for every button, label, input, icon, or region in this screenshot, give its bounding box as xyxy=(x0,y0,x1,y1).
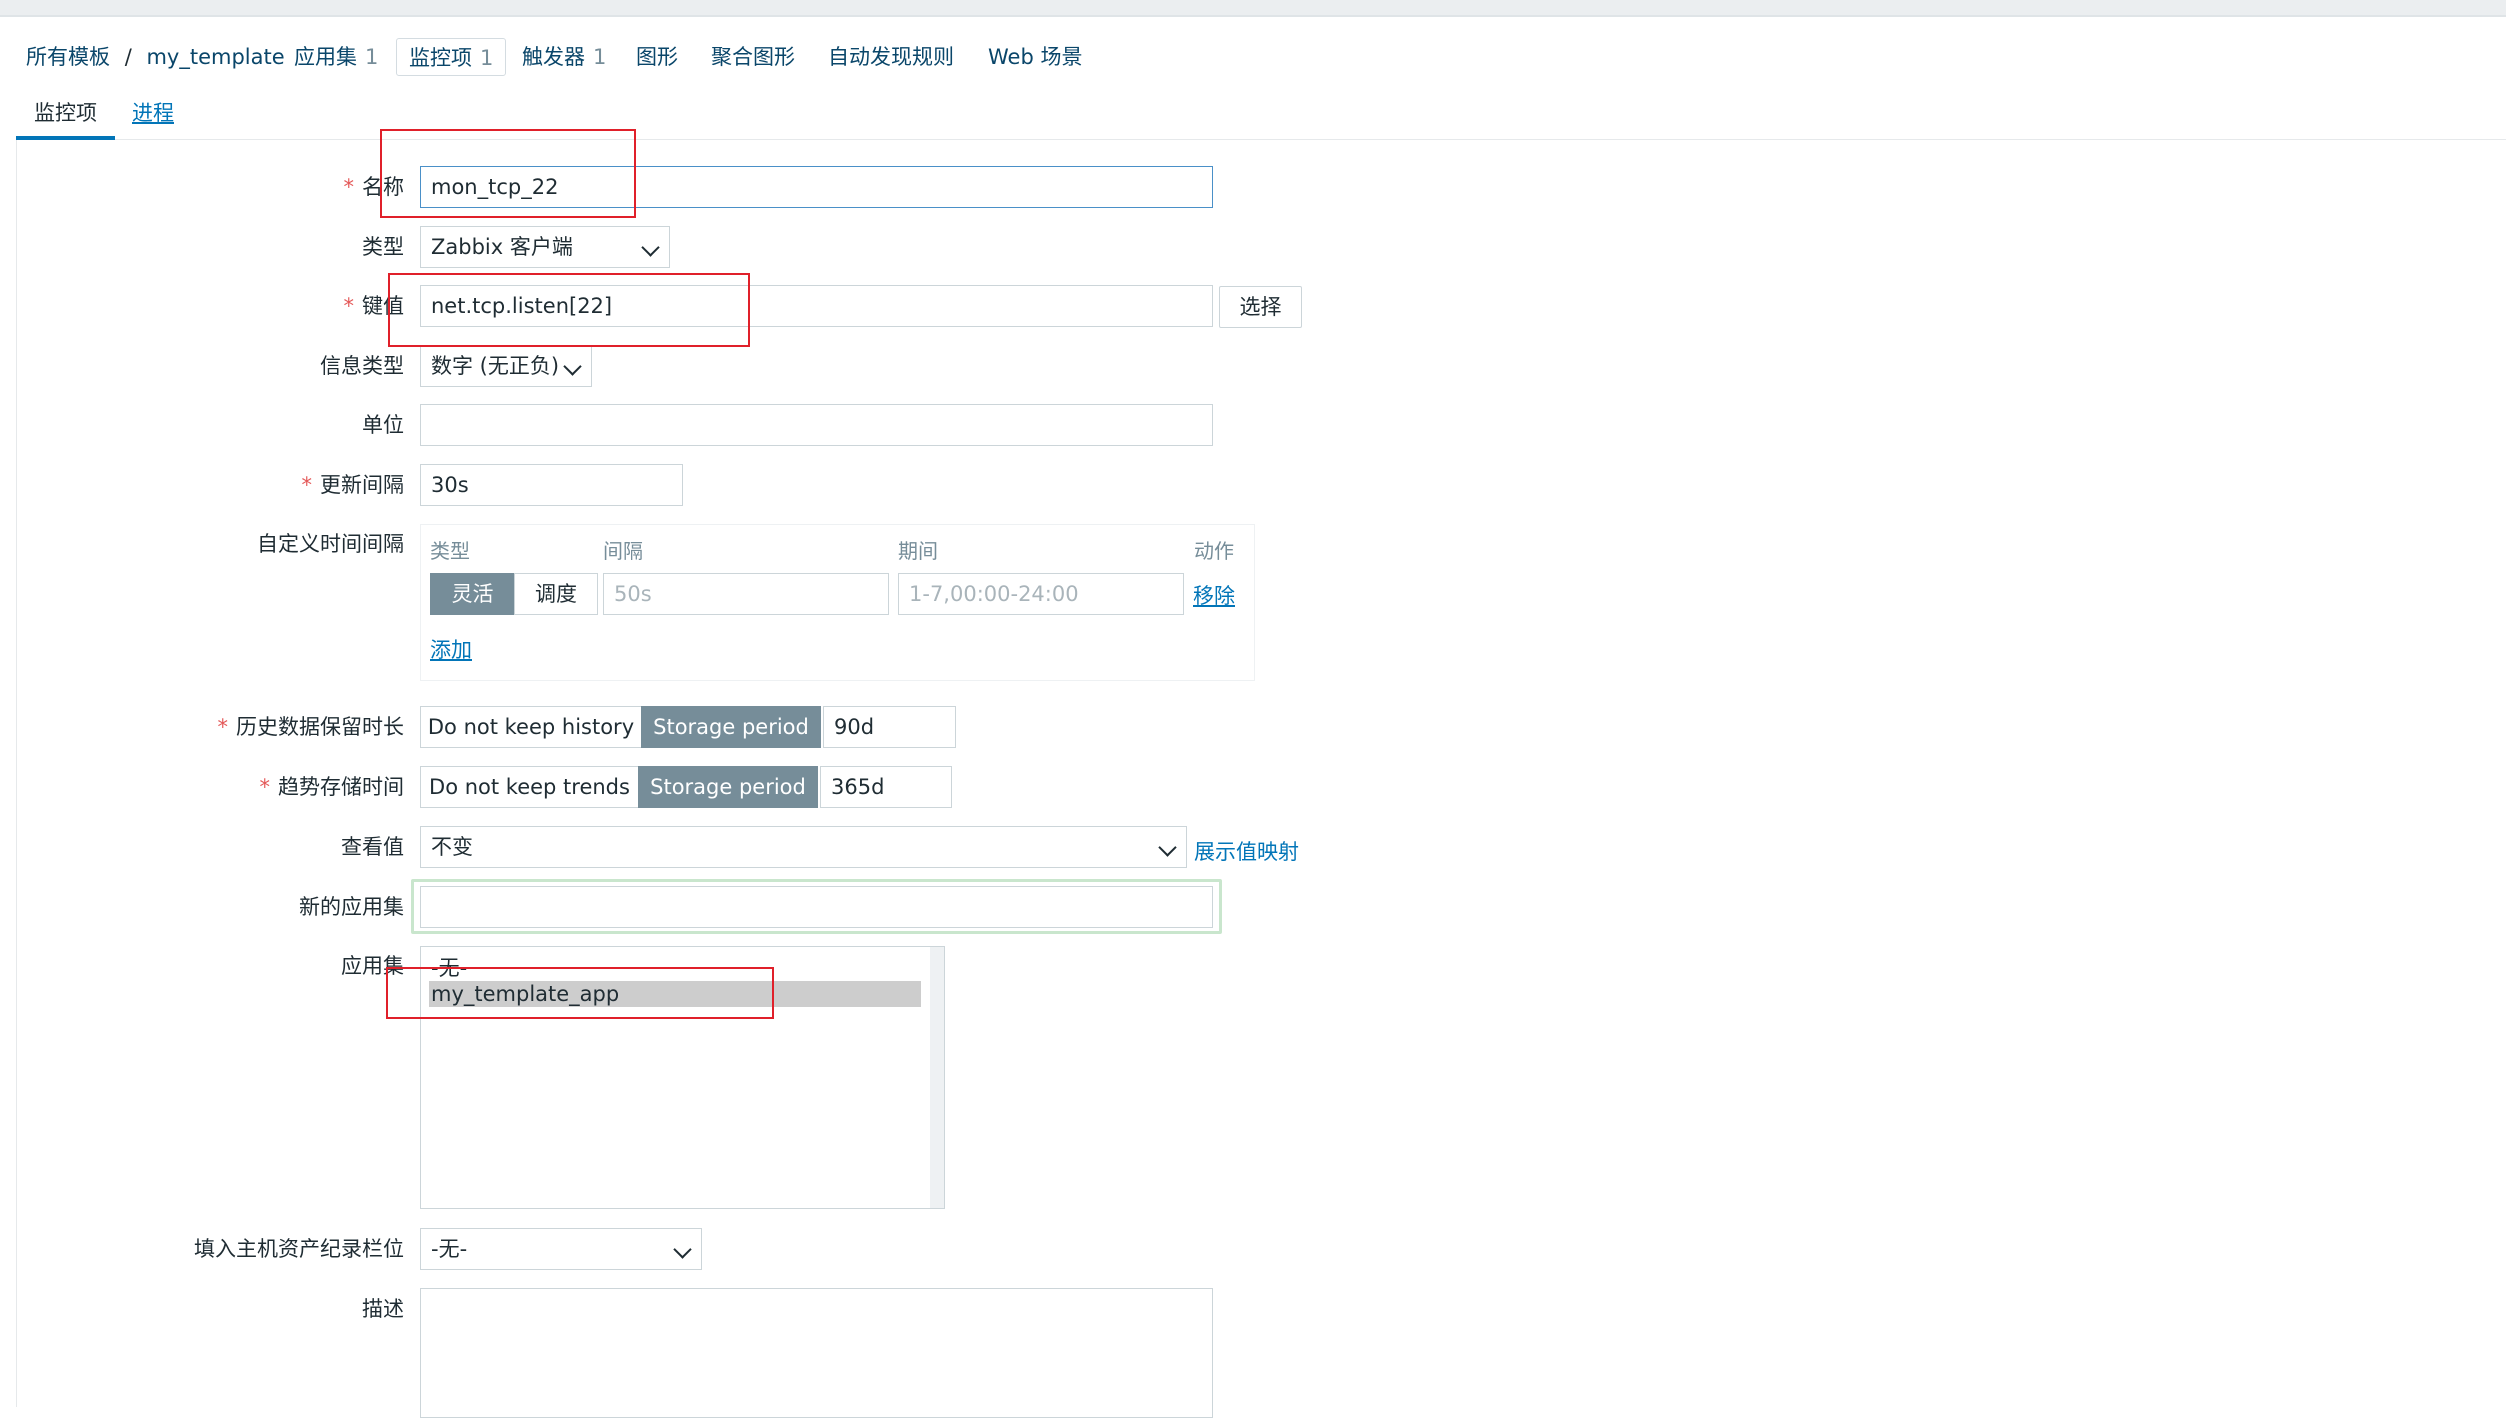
info-type-label: 信息类型 xyxy=(320,354,404,378)
units-label: 单位 xyxy=(362,413,404,437)
ci-period-placeholder: 1-7,00:00-24:00 xyxy=(909,582,1079,606)
update-interval-label: * 更新间隔 xyxy=(302,465,405,505)
show-value-mapping-link[interactable]: 展示值映射 xyxy=(1194,836,1299,866)
nav-triggers-count: 1 xyxy=(593,45,607,69)
history-storage-period-button[interactable]: Storage period xyxy=(641,706,821,748)
chevron-down-icon xyxy=(673,1240,692,1259)
ci-scheduling-button[interactable]: 调度 xyxy=(514,573,598,615)
type-select-value: Zabbix 客户端 xyxy=(431,235,573,259)
ci-header-interval: 间隔 xyxy=(603,539,643,563)
chevron-down-icon xyxy=(641,238,660,257)
nav-applications[interactable]: 应用集 1 xyxy=(294,38,378,76)
required-marker: * xyxy=(343,294,355,318)
nav-screens-label[interactable]: 聚合图形 xyxy=(711,45,795,69)
new-application-label: 新的应用集 xyxy=(299,895,404,919)
inventory-label: 填入主机资产纪录栏位 xyxy=(194,1237,404,1261)
ci-period-input[interactable]: 1-7,00:00-24:00 xyxy=(898,573,1184,615)
nav-discovery-label[interactable]: 自动发现规则 xyxy=(828,45,954,69)
nav-graphs-label[interactable]: 图形 xyxy=(636,45,678,69)
annotation-box-key xyxy=(388,273,750,347)
annotation-box-application xyxy=(386,967,774,1019)
nav-graphs[interactable]: 图形 xyxy=(636,38,678,76)
nav-triggers-label[interactable]: 触发器 xyxy=(522,45,585,69)
new-application-input[interactable] xyxy=(420,886,1213,928)
top-header-strip xyxy=(0,0,2506,17)
trends-label-text: 趋势存储时间 xyxy=(278,775,404,799)
ci-header-period: 期间 xyxy=(898,539,938,563)
required-marker: * xyxy=(343,175,355,199)
history-do-not-keep-button[interactable]: Do not keep history xyxy=(420,706,642,748)
chevron-down-icon xyxy=(1158,838,1177,857)
ci-flexible-button[interactable]: 灵活 xyxy=(430,573,515,615)
required-marker: * xyxy=(301,473,313,497)
tab-processes[interactable]: 进程 xyxy=(114,96,192,140)
nav-applications-count: 1 xyxy=(365,45,379,69)
breadcrumb-template[interactable]: my_template xyxy=(146,45,284,69)
info-type-select-value: 数字 (无正负) xyxy=(431,354,560,378)
content-left-border xyxy=(16,140,17,1407)
key-select-button[interactable]: 选择 xyxy=(1219,286,1302,328)
nav-items-label: 监控项 xyxy=(409,46,472,70)
required-marker: * xyxy=(259,775,271,799)
annotation-box-name xyxy=(380,129,636,218)
trends-storage-period-button[interactable]: Storage period xyxy=(638,766,818,808)
trends-label: * 趋势存储时间 xyxy=(260,767,405,807)
ci-interval-placeholder: 50s xyxy=(614,582,652,606)
ci-add-link[interactable]: 添加 xyxy=(430,634,472,664)
show-value-select-value: 不变 xyxy=(431,835,473,859)
nav-triggers[interactable]: 触发器 1 xyxy=(522,38,606,76)
nav-web-label[interactable]: Web 场景 xyxy=(988,45,1082,69)
ci-header-action: 动作 xyxy=(1194,539,1234,563)
type-select[interactable]: Zabbix 客户端 xyxy=(420,226,670,268)
show-value-select[interactable]: 不变 xyxy=(420,826,1187,868)
inventory-select[interactable]: -无- xyxy=(420,1228,702,1270)
tab-items[interactable]: 监控项 xyxy=(16,96,115,140)
nav-items-count: 1 xyxy=(480,46,494,70)
history-period-input[interactable]: 90d xyxy=(823,706,956,748)
breadcrumb-all-templates[interactable]: 所有模板 xyxy=(26,45,110,69)
trends-period-input[interactable]: 365d xyxy=(820,766,952,808)
history-label-text: 历史数据保留时长 xyxy=(236,715,404,739)
custom-intervals-label: 自定义时间间隔 xyxy=(257,532,404,556)
trends-do-not-keep-button[interactable]: Do not keep trends xyxy=(420,766,639,808)
history-label: * 历史数据保留时长 xyxy=(218,707,405,747)
units-input[interactable] xyxy=(420,404,1213,446)
type-label: 类型 xyxy=(362,235,404,259)
ci-interval-input[interactable]: 50s xyxy=(603,573,889,615)
nav-items-active[interactable]: 监控项 1 xyxy=(396,38,507,76)
chevron-down-icon xyxy=(563,357,582,376)
nav-discovery[interactable]: 自动发现规则 xyxy=(828,38,954,76)
ci-header-type: 类型 xyxy=(430,539,470,563)
nav-web[interactable]: Web 场景 xyxy=(988,38,1082,76)
breadcrumb-separator: / xyxy=(124,45,132,69)
description-label: 描述 xyxy=(362,1297,404,1321)
description-textarea[interactable] xyxy=(420,1288,1213,1418)
required-marker: * xyxy=(217,715,229,739)
info-type-select[interactable]: 数字 (无正负) xyxy=(420,345,592,387)
breadcrumb: 所有模板 / my_template xyxy=(26,38,285,76)
ci-remove-link[interactable]: 移除 xyxy=(1193,580,1235,610)
nav-applications-label[interactable]: 应用集 xyxy=(294,45,357,69)
nav-screens[interactable]: 聚合图形 xyxy=(711,38,795,76)
applications-listbox-scrollbar[interactable] xyxy=(930,947,944,1208)
update-interval-input[interactable]: 30s xyxy=(420,464,683,506)
inventory-select-value: -无- xyxy=(431,1237,468,1261)
update-interval-label-text: 更新间隔 xyxy=(320,473,404,497)
show-value-label: 查看值 xyxy=(341,835,404,859)
